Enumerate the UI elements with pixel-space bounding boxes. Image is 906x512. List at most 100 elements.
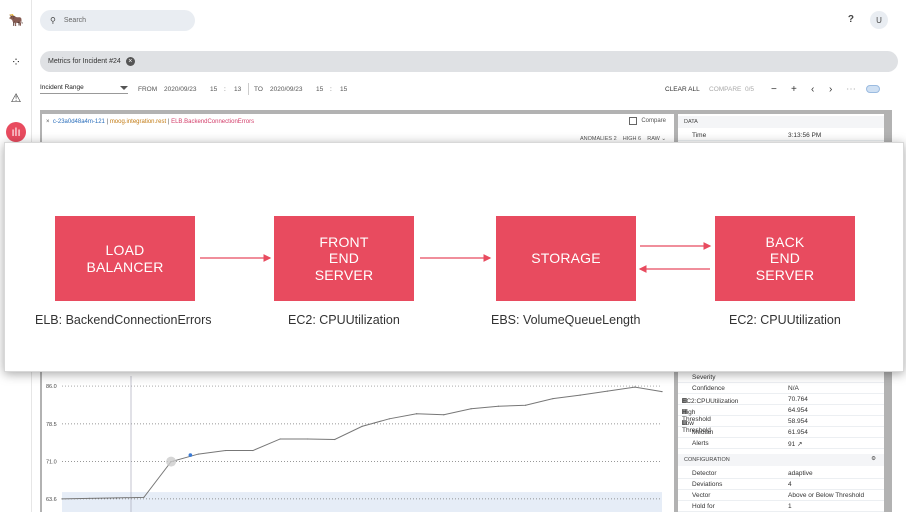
more-icon[interactable]: ⋯ bbox=[846, 84, 856, 95]
zoom-out-icon[interactable]: − bbox=[771, 84, 777, 95]
to-minute[interactable]: 15 bbox=[340, 86, 347, 93]
topology-icon[interactable]: ⁘ bbox=[6, 52, 26, 72]
back-end-server-node: BACK END SERVER bbox=[715, 216, 855, 301]
storage-caption: EBS: VolumeQueueLength bbox=[491, 313, 641, 327]
data-row: Severity bbox=[678, 372, 884, 383]
next-icon[interactable]: › bbox=[829, 84, 832, 95]
to-date[interactable]: 2020/09/23 bbox=[270, 86, 303, 93]
data-row: Median 61.954 bbox=[678, 427, 884, 438]
anomaly-point bbox=[188, 453, 193, 457]
metric-chart-svg[interactable]: 86.0 78.5 71.0 63.6 bbox=[42, 366, 674, 512]
front-end-server-node: FRONT END SERVER bbox=[274, 216, 414, 301]
architecture-diagram-overlay: LOAD BALANCER FRONT END SERVER STORAGE B… bbox=[4, 142, 904, 372]
compare-checkbox-label: Compare bbox=[641, 118, 666, 124]
checkbox-icon[interactable] bbox=[629, 117, 638, 125]
search-input[interactable]: ⚲ Search bbox=[40, 10, 195, 31]
from-date[interactable]: 2020/09/23 bbox=[164, 86, 197, 93]
load-balancer-caption: ELB: BackendConnectionErrors bbox=[35, 313, 212, 327]
data-point bbox=[61, 498, 63, 500]
data-point bbox=[334, 438, 336, 441]
data-point bbox=[306, 438, 309, 440]
data-key: Confidence bbox=[692, 385, 725, 392]
help-button[interactable]: ? bbox=[848, 14, 854, 25]
config-value: Above or Below Threshold bbox=[788, 492, 865, 499]
data-value: 64.954 bbox=[788, 407, 808, 414]
data-row-time: Time 3:13:56 PM bbox=[678, 130, 884, 141]
config-key: Deviations bbox=[692, 481, 723, 488]
from-label: FROM bbox=[138, 86, 158, 93]
data-key: Alerts bbox=[692, 440, 709, 447]
data-row: EC2:CPUUtilization 70.764 bbox=[678, 394, 884, 405]
data-point bbox=[115, 497, 118, 499]
data-point bbox=[579, 394, 581, 396]
config-value: 1 bbox=[788, 503, 792, 510]
threshold-band bbox=[62, 492, 662, 512]
metric-card-header: × c-23a0d48a4m-121 | moog.integration.re… bbox=[46, 119, 255, 125]
data-point bbox=[443, 414, 445, 416]
data-key: Severity bbox=[692, 374, 716, 381]
data-point bbox=[279, 438, 281, 440]
series-line bbox=[61, 386, 663, 500]
clear-all-button[interactable]: CLEAR ALL bbox=[665, 86, 700, 93]
metrics-chart-icon[interactable]: ılı bbox=[6, 122, 26, 142]
view-toggle[interactable] bbox=[866, 85, 880, 93]
front-end-caption: EC2: CPUUtilization bbox=[288, 313, 400, 327]
y-tick-label: 78.5 bbox=[46, 422, 57, 428]
divider bbox=[248, 83, 249, 95]
data-point bbox=[661, 391, 663, 393]
load-balancer-node: LOAD BALANCER bbox=[55, 216, 195, 301]
remove-metric-icon[interactable]: × bbox=[46, 119, 50, 125]
data-point bbox=[388, 418, 390, 420]
alerts-link[interactable]: 91 ↗ bbox=[788, 440, 802, 448]
breadcrumb: Metrics for Incident #24 × bbox=[40, 51, 898, 72]
data-value: 61.954 bbox=[788, 429, 808, 436]
metric-chart[interactable]: 86.0 78.5 71.0 63.6 bbox=[42, 366, 674, 512]
data-point bbox=[88, 497, 90, 499]
from-minute[interactable]: 13 bbox=[234, 86, 241, 93]
close-breadcrumb-icon[interactable]: × bbox=[125, 57, 135, 66]
range-select[interactable]: Incident Range bbox=[40, 84, 128, 94]
data-point bbox=[497, 405, 499, 407]
compare-button[interactable]: COMPARE bbox=[709, 86, 741, 93]
data-point bbox=[525, 404, 527, 406]
zoom-in-icon[interactable]: + bbox=[791, 84, 797, 95]
config-value: adaptive bbox=[788, 470, 813, 477]
data-point bbox=[634, 386, 636, 388]
data-point bbox=[470, 408, 472, 410]
metric-source[interactable]: moog.integration.rest bbox=[110, 119, 166, 125]
time-controls: Incident Range FROM 2020/09/23 15 : 13 T… bbox=[40, 80, 898, 100]
alert-triangle-icon[interactable]: ⚠ bbox=[6, 88, 26, 108]
y-tick-label: 86.0 bbox=[46, 384, 57, 390]
configuration-section-header: CONFIGURATION ⚙ bbox=[678, 454, 884, 466]
config-key: Detector bbox=[692, 470, 717, 477]
gear-icon[interactable]: ⚙ bbox=[871, 456, 876, 462]
data-point bbox=[361, 425, 363, 427]
hover-marker bbox=[166, 456, 177, 467]
data-row: High Threshold 64.954 bbox=[678, 405, 884, 423]
data-key: Median bbox=[692, 429, 714, 436]
metric-name[interactable]: ELB.BackendConnectionErrors bbox=[171, 119, 254, 125]
data-value: 58.954 bbox=[788, 418, 808, 425]
prev-icon[interactable]: ‹ bbox=[811, 84, 814, 95]
data-value: N/A bbox=[788, 385, 799, 392]
data-point bbox=[197, 453, 199, 455]
config-key: Hold for bbox=[692, 503, 715, 510]
from-hour[interactable]: 15 bbox=[210, 86, 217, 93]
to-hour[interactable]: 15 bbox=[316, 86, 323, 93]
compare-count: 0/5 bbox=[745, 86, 755, 93]
data-row: Confidence N/A bbox=[678, 383, 884, 394]
user-avatar[interactable]: U bbox=[870, 11, 888, 29]
compare-checkbox[interactable]: Compare bbox=[629, 117, 666, 125]
data-row: Low Threshold 58.954 bbox=[678, 416, 884, 434]
data-key: Time bbox=[692, 132, 707, 139]
storage-node: STORAGE bbox=[496, 216, 636, 301]
metric-host[interactable]: c-23a0d48a4m-121 bbox=[53, 119, 105, 125]
data-section-header: DATA bbox=[678, 116, 884, 128]
data-point bbox=[225, 449, 227, 452]
moogsoft-logo-icon[interactable]: 🐂 bbox=[6, 10, 26, 30]
data-value: 70.764 bbox=[788, 396, 808, 403]
data-point bbox=[606, 390, 609, 392]
config-row: Hold for 1 bbox=[678, 501, 884, 512]
breadcrumb-label: Metrics for Incident #24 bbox=[48, 58, 121, 65]
data-row: Alerts 91 ↗ bbox=[678, 438, 884, 449]
